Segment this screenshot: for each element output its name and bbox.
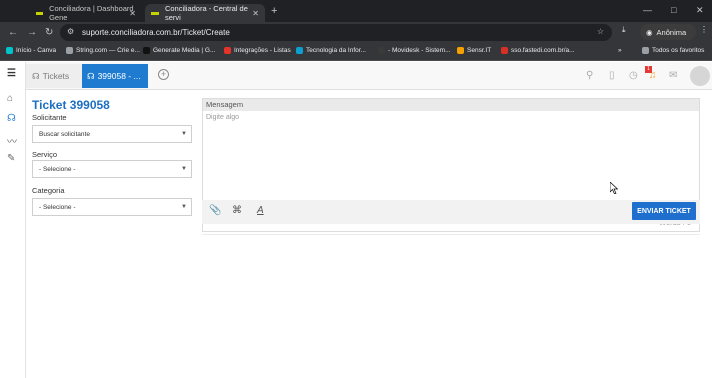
category-select[interactable]: - Selecione - ▼ xyxy=(32,198,192,216)
maximize-icon[interactable]: □ xyxy=(671,5,676,15)
minimize-icon[interactable]: — xyxy=(643,5,652,15)
site-info-icon[interactable]: ⚙ xyxy=(67,27,74,36)
app-container: ☰ ⌂ ☊ 〰 ✎ ☊ Tickets ☊ 399058 - ... + ⚲ ▯… xyxy=(0,62,712,378)
search-icon[interactable]: ⚲ xyxy=(586,70,593,81)
add-tab-icon[interactable]: + xyxy=(158,69,169,80)
globe-icon xyxy=(66,47,73,54)
more-bookmarks-icon[interactable]: » xyxy=(618,47,622,54)
editor-toolbar: 📎 ⌘ A xyxy=(202,200,700,224)
notification-badge: 1 xyxy=(645,66,652,73)
folder-icon xyxy=(642,47,649,54)
browser-tab-dashboard[interactable]: Conciliadora | Dashboard Gene ✕ xyxy=(30,4,142,22)
chevron-down-icon: ▼ xyxy=(181,131,187,137)
conciliadora-favicon xyxy=(151,11,159,15)
requester-label: Solicitante xyxy=(32,113,67,122)
address-bar[interactable]: ⚙ suporte.conciliadora.com.br/Ticket/Cre… xyxy=(60,24,612,41)
bookmark-integracoes[interactable]: Integrações - Listas xyxy=(224,47,291,54)
category-label: Categoria xyxy=(32,186,65,195)
back-icon[interactable]: ← xyxy=(8,27,18,38)
pin-icon[interactable]: ✎ xyxy=(7,153,15,164)
attach-multiple-icon[interactable]: ⌘ xyxy=(232,205,242,216)
download-icon[interactable]: ⤓ xyxy=(622,25,626,35)
requester-select[interactable]: Buscar solicitante ▼ xyxy=(32,125,192,143)
divider xyxy=(202,234,700,235)
sensr-icon xyxy=(457,47,464,54)
sidebar: ☰ ⌂ ☊ 〰 ✎ xyxy=(0,62,26,378)
new-tab-button[interactable]: + xyxy=(271,5,277,17)
headset-icon: ☊ xyxy=(87,70,95,81)
bookmark-canva[interactable]: Início - Canva xyxy=(6,47,56,54)
incognito-profile[interactable]: ◉ Anônima xyxy=(640,24,696,40)
clock-icon[interactable]: ◷ xyxy=(629,70,638,81)
close-tab-icon[interactable]: ✕ xyxy=(252,9,259,18)
bookmark-movidesk[interactable]: - Movidesk - Sistem... xyxy=(378,47,450,54)
app-topbar: ☊ Tickets ☊ 399058 - ... + ⚲ ▯ ◷ ♫ 1 ✉ xyxy=(26,62,712,90)
bookmark-fastedi[interactable]: sso.fastedi.com.br/a... xyxy=(501,47,575,54)
service-select[interactable]: - Selecione - ▼ xyxy=(32,160,192,178)
tab-tickets[interactable]: ☊ Tickets xyxy=(26,64,82,88)
browser-tab-strip: Conciliadora | Dashboard Gene ✕ Concilia… xyxy=(0,0,712,22)
tab-current-ticket[interactable]: ☊ 399058 - ... xyxy=(82,64,148,88)
bookmark-generate-media[interactable]: Generate Media | G... xyxy=(143,47,215,54)
movidesk-icon xyxy=(378,47,385,54)
close-tab-icon[interactable]: ✕ xyxy=(129,9,136,18)
mobile-icon[interactable]: ▯ xyxy=(609,70,615,81)
headset-icon: ☊ xyxy=(32,70,40,81)
browser-toolbar: ← → ↻ ⚙ suporte.conciliadora.com.br/Tick… xyxy=(0,22,712,43)
message-label: Mensagem xyxy=(203,99,699,111)
url-text: suporte.conciliadora.com.br/Ticket/Creat… xyxy=(82,28,230,37)
chevron-down-icon: ▼ xyxy=(181,166,187,172)
service-label: Serviço xyxy=(32,150,58,159)
generate-media-icon xyxy=(143,47,150,54)
bookmark-sensr[interactable]: Sensr.IT xyxy=(457,47,491,54)
bookmark-star-icon[interactable]: ☆ xyxy=(597,27,604,36)
close-window-icon[interactable]: ✕ xyxy=(696,5,704,16)
bookmarks-bar: Início - Canva String.com — Crie e... Ge… xyxy=(0,43,712,61)
home-icon[interactable]: ⌂ xyxy=(7,93,13,104)
bookmark-tecnologia[interactable]: Tecnologia da Infor... xyxy=(296,47,366,54)
chat-icon[interactable]: ✉ xyxy=(669,70,677,81)
browser-tab-central[interactable]: Conciliadora - Central de servi ✕ xyxy=(145,4,265,22)
hamburger-menu-icon[interactable]: ☰ xyxy=(7,68,16,79)
bookmark-string[interactable]: String.com — Crie e... xyxy=(66,47,140,54)
mouse-cursor-icon xyxy=(610,182,618,194)
reload-icon[interactable]: ↻ xyxy=(45,27,53,38)
chevron-down-icon: ▼ xyxy=(181,204,187,210)
fastedi-icon xyxy=(501,47,508,54)
menu-kebab-icon[interactable]: ⋮ xyxy=(700,25,708,34)
bookmark-all-favorites[interactable]: Todos os favoritos xyxy=(642,47,704,54)
canva-icon xyxy=(6,47,13,54)
text-format-icon[interactable]: A xyxy=(257,205,264,216)
incognito-icon: ◉ xyxy=(646,27,653,37)
chart-line-icon[interactable]: 〰 xyxy=(7,133,17,148)
send-ticket-button[interactable]: ENVIAR TICKET xyxy=(632,202,696,220)
avatar[interactable] xyxy=(690,66,710,86)
message-textarea[interactable]: Digite algo xyxy=(206,114,239,121)
page-title: Ticket 399058 xyxy=(32,98,110,112)
forward-icon[interactable]: → xyxy=(27,27,37,38)
integracoes-icon xyxy=(224,47,231,54)
headset-icon[interactable]: ☊ xyxy=(7,113,16,124)
conciliadora-favicon xyxy=(36,11,44,15)
tecnologia-icon xyxy=(296,47,303,54)
attach-icon[interactable]: 📎 xyxy=(209,205,221,216)
